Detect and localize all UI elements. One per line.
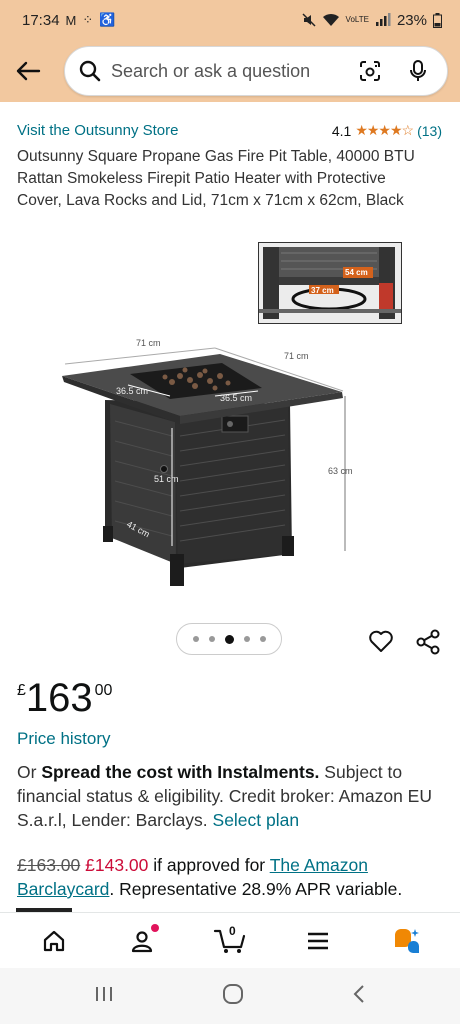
price: £ 163 00 [17,675,112,721]
inset-label-top: 54 cm [345,268,368,277]
price-fraction: 00 [94,682,113,699]
instalments-prefix: Or [17,762,42,782]
offer-text-2: . Representative 28.9% APR variable. [109,879,403,899]
signal-icon [375,13,391,26]
heart-icon [369,630,393,652]
search-bar[interactable] [64,46,448,96]
share-button[interactable] [414,628,442,656]
header [0,40,460,102]
battery-icon [433,12,442,28]
amazon-link[interactable]: The Amazon [270,855,368,875]
dim-label-top-left: 71 cm [136,338,161,348]
nav-home[interactable] [29,919,79,963]
menu-icon [308,932,328,949]
nav-account[interactable] [117,919,167,963]
status-time: 17:34 [22,11,60,29]
instalments-bold: Spread the cost with Instalments. [41,762,320,782]
microphone-icon [410,60,426,81]
person-icon [131,930,153,952]
share-icon [416,629,440,655]
notification-dot [151,923,159,932]
carousel-dot[interactable] [192,636,199,642]
carousel-dot[interactable] [208,636,215,642]
price-history-link[interactable]: Price history [17,729,111,749]
dim-label-inner-left: 36.5 cm [116,386,148,396]
mute-icon [302,13,316,27]
dim-label-height-outer: 63 cm [328,466,353,476]
nav-menu[interactable] [293,919,343,963]
instalments-info: Or Spread the cost with Instalments. Sub… [17,760,444,832]
old-price: £163.00 [17,855,81,875]
home-icon [43,930,65,951]
rating-value: 4.1 [331,122,352,139]
back-chevron-icon [353,984,364,1003]
price-currency: £ [17,682,26,699]
rating-summary[interactable]: 4.1 ★★★★☆ (13) [332,122,442,139]
burner-detail-image: 54 cm 37 cm [259,243,401,323]
camera-scan-icon [360,61,380,81]
gmail-icon: M [65,12,77,28]
search-input[interactable] [111,60,355,82]
rating-count: (13) [417,122,442,139]
carousel-dot[interactable] [259,636,266,642]
back-system-button[interactable] [351,983,367,1010]
dim-label-inner-right: 36.5 cm [220,393,252,403]
app-notification-icon: ⁘ [82,12,94,27]
nav-rufus[interactable] [381,919,431,963]
price-whole: 163 [25,676,93,720]
search-icon [79,60,101,82]
product-title: Outsunny Square Propane Gas Fire Pit Tab… [17,148,415,209]
recent-apps-button[interactable] [93,984,115,1009]
image-carousel-indicator[interactable] [176,623,282,655]
volte-icon: VoLTE [345,15,369,24]
product-image-gallery[interactable]: 71 cm 71 cm 36.5 cm 36.5 cm 63 cm 51 cm … [0,236,460,626]
rufus-assistant-icon [395,928,419,953]
bottom-navigation: 0 [0,912,460,968]
back-button[interactable] [10,53,46,89]
store-rating-row: Visit the Outsunny Store 4.1 ★★★★☆ (13) [17,122,442,139]
burner-detail-inset: 54 cm 37 cm [258,242,402,324]
status-bar: 17:34 M ⁘ ♿ VoLTE 23% [0,0,460,40]
rating-stars-icon: ★★★★☆ [355,122,414,138]
wifi-icon [322,13,339,26]
wishlist-button[interactable] [368,628,394,654]
inset-label-bottom: 37 cm [311,286,334,295]
select-plan-link[interactable]: Select plan [213,810,300,830]
barclaycard-offer: £163.00 £143.00 if approved for The Amaz… [17,853,440,901]
system-navigation-bar [0,968,460,1024]
recents-icon [96,986,113,1001]
offer-price: £143.00 [85,855,149,875]
battery-percent: 23% [396,11,427,29]
back-arrow-icon [16,61,41,81]
carousel-dot-active[interactable] [224,634,234,644]
home-system-button[interactable] [222,983,244,1010]
camera-search-button[interactable] [355,56,385,86]
dim-label-top-right: 71 cm [284,351,309,361]
barclaycard-link[interactable]: Barclaycard [17,879,109,899]
offer-text-1: if approved for [148,855,270,875]
nav-cart[interactable]: 0 [205,919,255,963]
accessibility-icon: ♿ [99,12,116,27]
voice-search-button[interactable] [403,56,433,86]
dim-label-height-inner: 51 cm [154,474,179,484]
home-circle-icon [222,983,243,1004]
cart-count: 0 [229,923,236,938]
carousel-dot[interactable] [243,636,250,642]
store-link[interactable]: Visit the Outsunny Store [17,122,178,139]
